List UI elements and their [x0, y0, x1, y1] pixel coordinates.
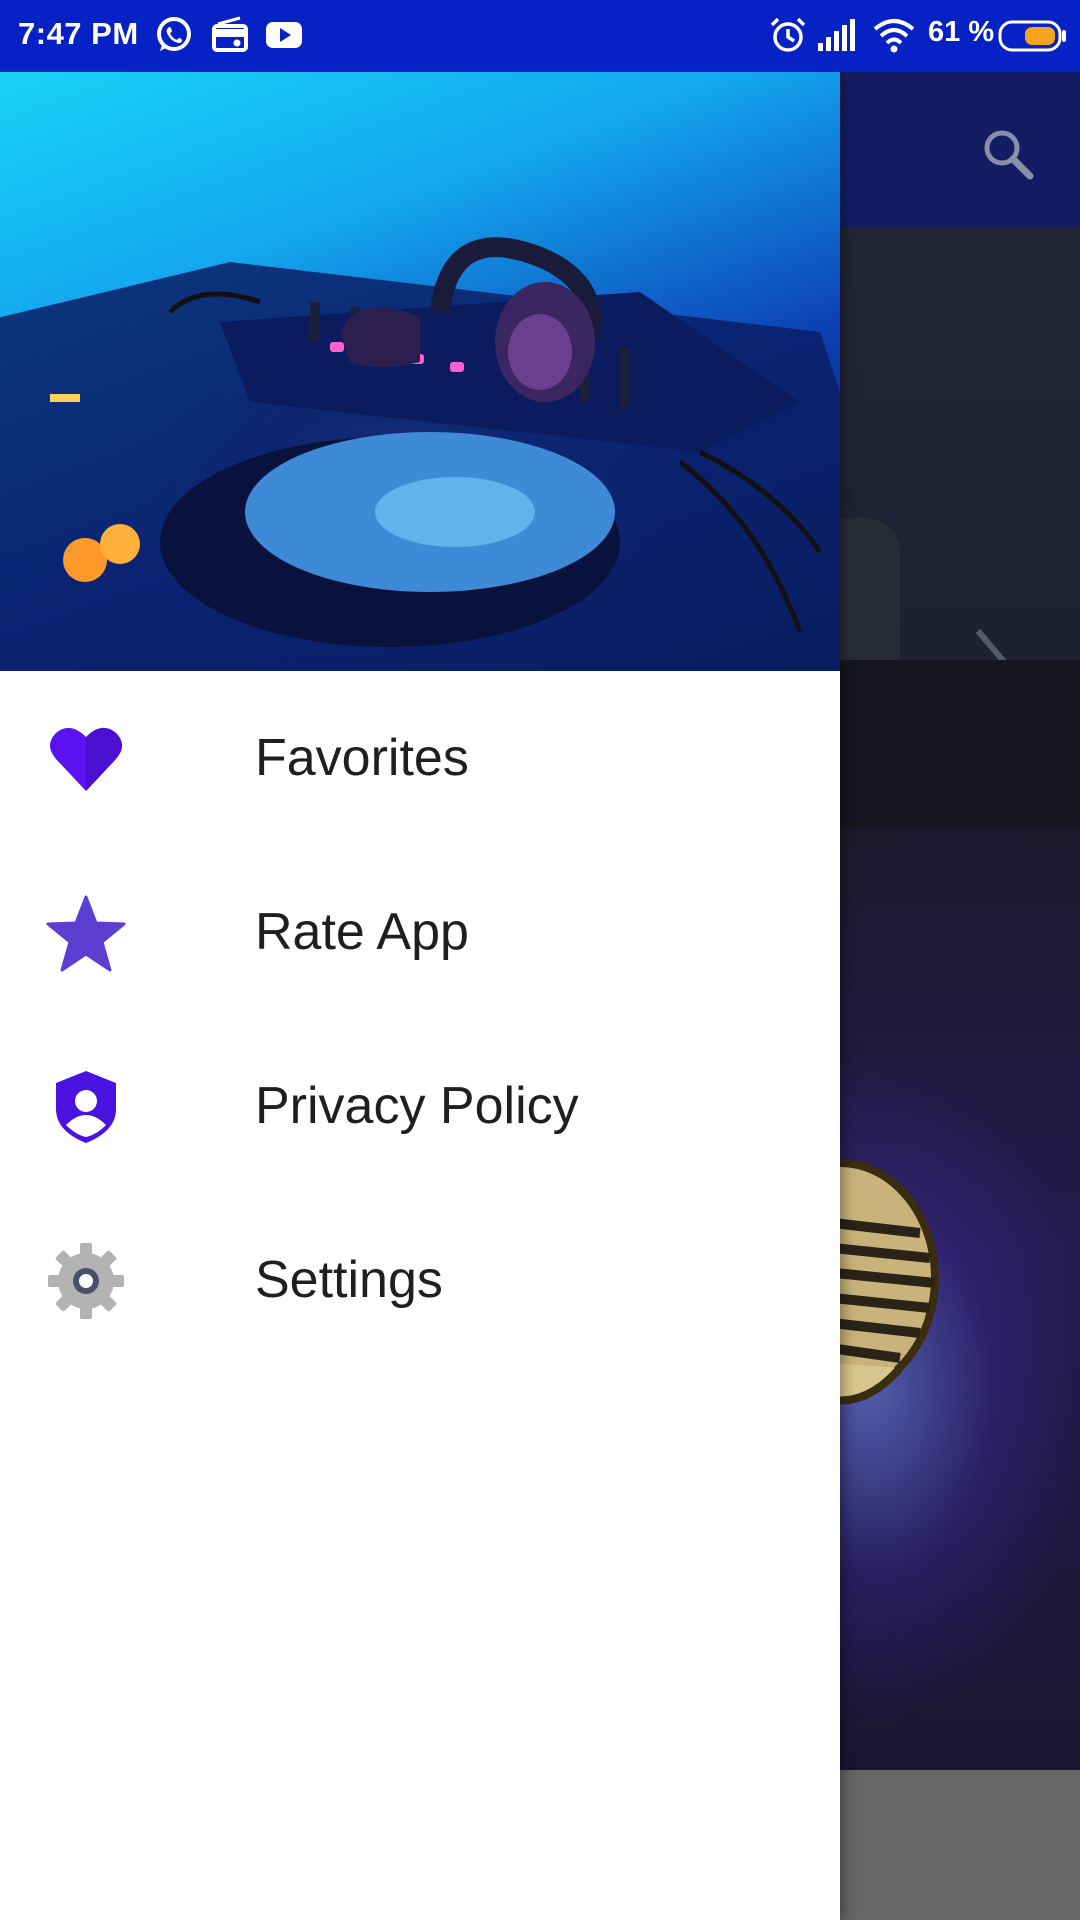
heart-icon: [46, 719, 126, 799]
drawer-header-image: [0, 72, 840, 671]
dj-turntable-image: [0, 237, 840, 671]
drawer-item-privacy-policy[interactable]: Privacy Policy: [0, 1019, 840, 1193]
status-time: 7:47 PM: [18, 16, 139, 51]
alarm-icon: [768, 15, 808, 60]
drawer-item-label: Rate App: [255, 903, 469, 961]
status-bar: 7:47 PM 61 %: [0, 0, 1080, 72]
wifi-icon: [872, 15, 916, 60]
drawer-item-favorites[interactable]: Favorites: [0, 671, 840, 845]
whatsapp-icon: [154, 15, 194, 60]
star-icon: [46, 893, 126, 973]
drawer-item-settings[interactable]: Settings: [0, 1193, 840, 1367]
battery-icon: [998, 20, 1068, 57]
battery-percent: 61 %: [928, 16, 995, 48]
drawer-item-label: Privacy Policy: [255, 1077, 579, 1135]
search-icon[interactable]: [978, 124, 1038, 189]
drawer-item-rate-app[interactable]: Rate App: [0, 845, 840, 1019]
gear-icon: [46, 1241, 126, 1321]
drawer-item-label: Settings: [255, 1251, 443, 1309]
signal-icon: [816, 15, 858, 60]
youtube-icon: [264, 15, 304, 60]
navigation-drawer: Favorites Rate App Privacy Policy Settin…: [0, 72, 840, 1920]
shield-person-icon: [46, 1067, 126, 1147]
drawer-item-label: Favorites: [255, 729, 469, 787]
radio-icon: [210, 15, 250, 60]
